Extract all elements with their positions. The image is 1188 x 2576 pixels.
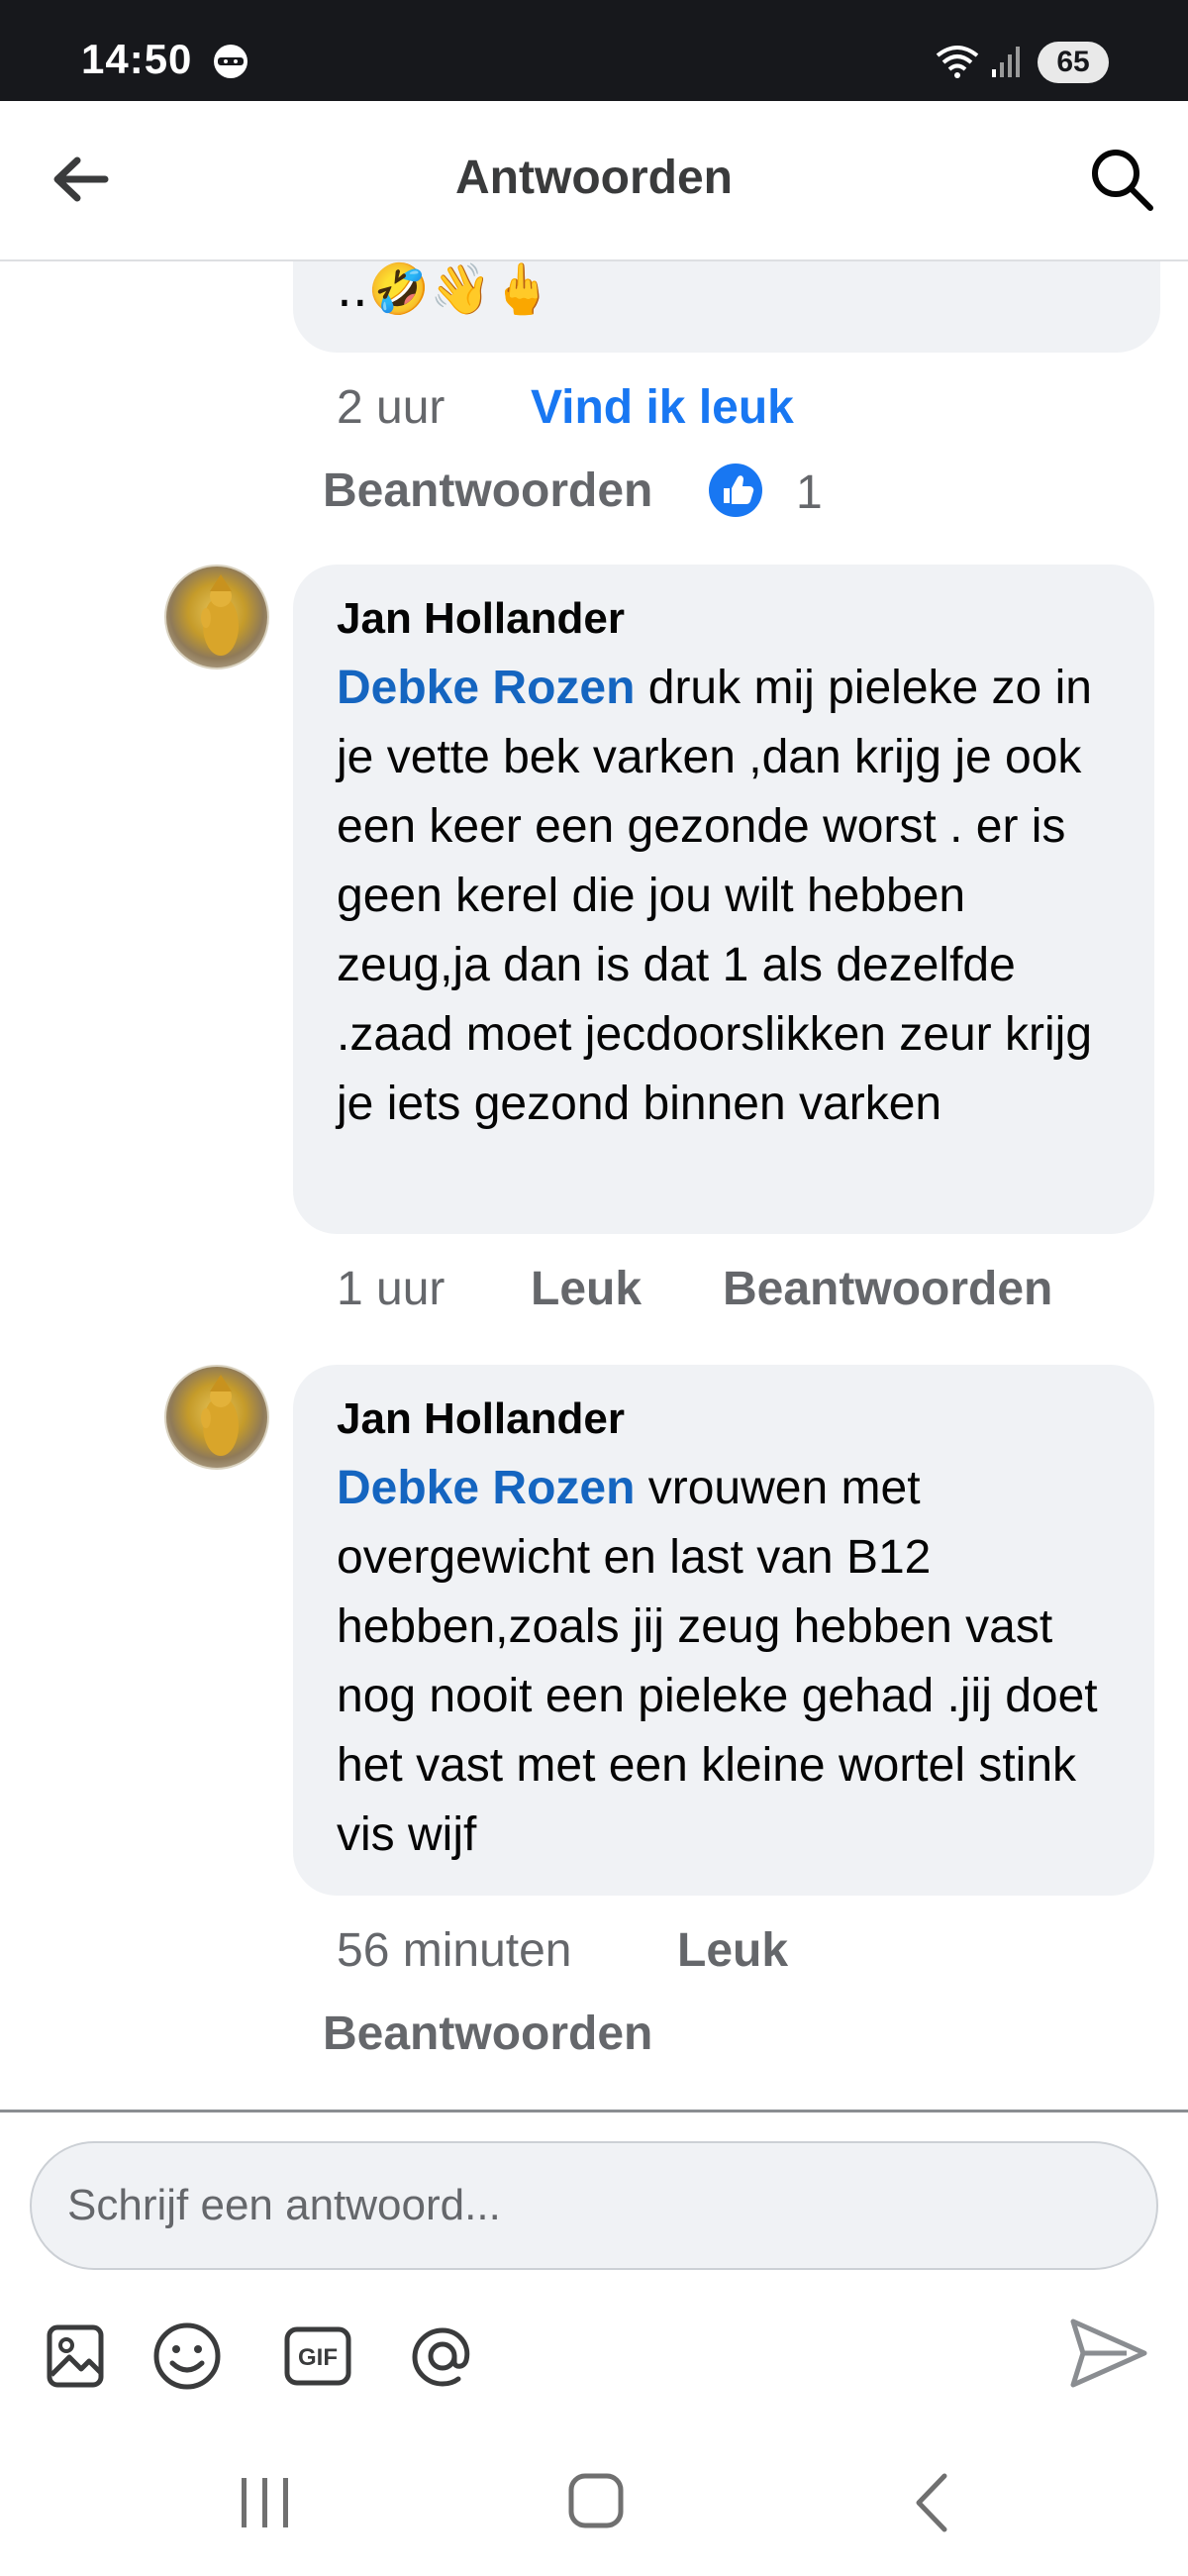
previous-comment-text: ..🤣👋🖕 — [337, 259, 553, 319]
comment-time: 1 uur — [337, 1263, 446, 1315]
like-button[interactable]: Leuk — [677, 1923, 788, 1978]
reply-button[interactable]: Beantwoorden — [723, 1262, 1052, 1316]
svg-text:GIF: GIF — [298, 2344, 338, 2371]
system-nav-bar — [0, 2436, 1188, 2576]
signal-icon — [992, 47, 1020, 77]
image-icon[interactable] — [40, 2319, 113, 2393]
comment-body: Debke Rozen vrouwen met overgewicht en l… — [337, 1454, 1129, 1870]
rofl-emoji: 🤣 — [367, 260, 431, 318]
comment-author[interactable]: Jan Hollander — [337, 594, 625, 644]
comment-text: vrouwen met overgewicht en last van B12 … — [337, 1462, 1098, 1861]
comment-body: Debke Rozen druk mij pieleke zo in je ve… — [337, 654, 1129, 1139]
wifi-icon — [936, 46, 979, 78]
comment-time: 56 minuten — [337, 1924, 572, 1977]
search-icon[interactable] — [1089, 147, 1154, 212]
status-time: 14:50 — [81, 36, 193, 82]
avatar[interactable] — [164, 565, 269, 670]
gif-icon[interactable]: GIF — [281, 2319, 354, 2393]
emoji-icon[interactable] — [150, 2319, 224, 2393]
middle-finger-emoji: 🖕 — [491, 260, 553, 318]
system-back-icon[interactable] — [907, 2470, 956, 2535]
previous-comment-tail: .. — [337, 260, 368, 318]
comment-text: druk mij pieleke zo in je vette bek vark… — [337, 662, 1093, 1130]
mention-link[interactable]: Debke Rozen — [337, 1462, 635, 1514]
waving-hand-emoji: 👋 — [430, 260, 492, 318]
mention-icon[interactable] — [406, 2319, 479, 2393]
recents-icon[interactable] — [236, 2472, 295, 2533]
home-icon[interactable] — [566, 2470, 626, 2531]
avatar[interactable] — [164, 1365, 269, 1470]
battery-icon: 65 — [1038, 42, 1109, 83]
thumbs-up-icon — [709, 464, 762, 517]
like-button[interactable]: Leuk — [531, 1262, 642, 1316]
mention-link[interactable]: Debke Rozen — [337, 662, 635, 714]
reply-button[interactable]: Beantwoorden — [323, 2007, 652, 2061]
reaction-count: 1 — [796, 466, 823, 519]
reply-button[interactable]: Beantwoorden — [323, 464, 652, 518]
composer-divider — [0, 2110, 1188, 2112]
comment-time: 2 uur — [337, 381, 446, 434]
ninja-icon — [214, 45, 248, 78]
app-header: Antwoorden — [0, 101, 1188, 261]
comment-author[interactable]: Jan Hollander — [337, 1394, 625, 1444]
status-bar: 14:50 65 — [0, 0, 1188, 101]
like-button[interactable]: Vind ik leuk — [531, 380, 794, 435]
reply-input[interactable]: Schrijf een antwoord... — [30, 2141, 1158, 2270]
send-icon[interactable] — [1067, 2314, 1150, 2393]
page-title: Antwoorden — [455, 152, 733, 204]
